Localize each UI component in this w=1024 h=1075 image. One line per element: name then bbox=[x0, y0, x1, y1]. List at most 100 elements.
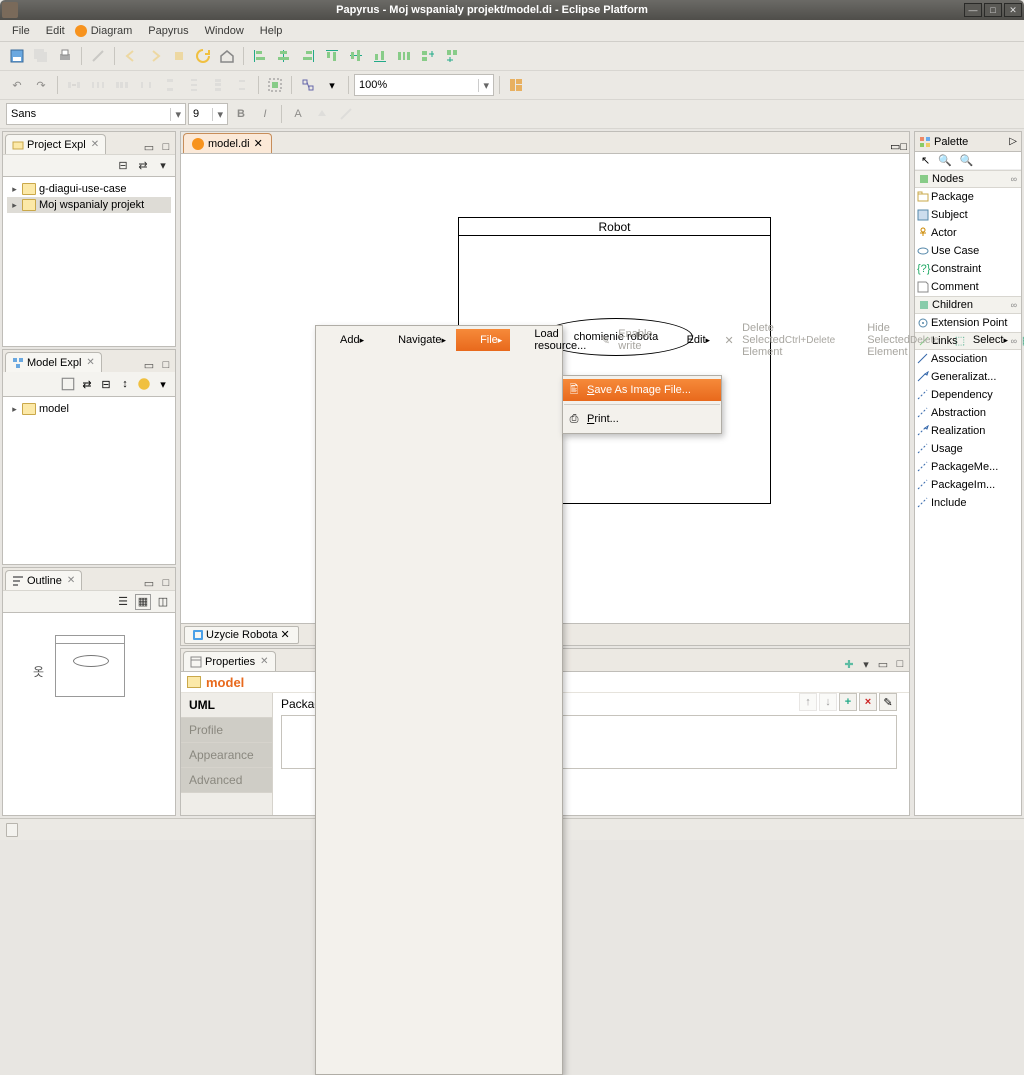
palette-pkgimport[interactable]: PackageIm... bbox=[915, 476, 1021, 494]
refresh-icon[interactable] bbox=[192, 45, 214, 67]
menu-window[interactable]: Window bbox=[197, 22, 252, 40]
tab-close-icon[interactable]: ✕ bbox=[67, 575, 75, 586]
align-bottom-icon[interactable] bbox=[369, 45, 391, 67]
remove-icon[interactable]: × bbox=[859, 693, 877, 711]
palette-constraint[interactable]: {?}Constraint bbox=[915, 260, 1021, 278]
collapse-icon[interactable]: ⊟ bbox=[98, 376, 114, 392]
project-item[interactable]: ▸ g-diagui-use-case bbox=[7, 181, 171, 197]
status-icon[interactable] bbox=[6, 823, 18, 837]
collapse-all-icon[interactable]: ⊟ bbox=[115, 158, 131, 174]
align-center-icon[interactable] bbox=[273, 45, 295, 67]
outline-tab[interactable]: Outline ✕ bbox=[5, 570, 82, 590]
menu-diagram[interactable]: Diagram bbox=[73, 22, 141, 40]
tab-close-icon[interactable]: ✕ bbox=[281, 628, 290, 641]
minimize-button[interactable]: — bbox=[964, 3, 982, 17]
ctx-select[interactable]: ⬚Select▸ bbox=[949, 329, 1016, 351]
palette-pkgmerge[interactable]: PackageMe... bbox=[915, 458, 1021, 476]
model-explorer-tab[interactable]: Model Expl ✕ bbox=[5, 352, 102, 372]
ctx-arrange-all[interactable]: ▦Arrange All bbox=[1016, 329, 1024, 351]
maximize-view-icon[interactable]: □ bbox=[893, 657, 907, 671]
minimize-view-icon[interactable]: ▭ bbox=[876, 657, 890, 671]
close-button[interactable]: ✕ bbox=[1004, 3, 1022, 17]
ctx-file[interactable]: File▸ bbox=[456, 329, 510, 351]
add-icon[interactable]: + bbox=[839, 693, 857, 711]
editor-tab-model[interactable]: model.di ✕ bbox=[183, 133, 272, 153]
menu-file[interactable]: File bbox=[4, 22, 38, 40]
select-tool-icon[interactable]: ↖ bbox=[918, 154, 933, 167]
new-child-icon[interactable] bbox=[60, 376, 76, 392]
maximize-editor-icon[interactable]: □ bbox=[900, 141, 907, 153]
same-width-icon[interactable] bbox=[417, 45, 439, 67]
menu-edit[interactable]: Edit bbox=[38, 22, 73, 40]
save-icon[interactable] bbox=[6, 45, 28, 67]
model-tree-item[interactable]: ▸ model bbox=[7, 401, 171, 417]
dist-v1-icon[interactable] bbox=[159, 74, 181, 96]
filter-icon[interactable] bbox=[136, 376, 152, 392]
ctx-load-resource[interactable]: Load resource... bbox=[510, 329, 594, 351]
italic-icon[interactable]: I bbox=[254, 103, 276, 125]
view-menu-icon[interactable]: ▾ bbox=[155, 376, 171, 392]
palette-comment[interactable]: Comment bbox=[915, 278, 1021, 296]
bold-icon[interactable]: B bbox=[230, 103, 252, 125]
tab-close-icon[interactable]: ✕ bbox=[254, 137, 263, 150]
outline-overview[interactable]: 옷 bbox=[3, 612, 175, 815]
ptab-uml[interactable]: UML bbox=[181, 693, 272, 718]
minimize-view-icon[interactable]: ▭ bbox=[142, 358, 156, 372]
perspective-icon[interactable] bbox=[505, 74, 527, 96]
props-new-icon[interactable]: ✚ bbox=[842, 657, 856, 671]
sort-icon[interactable]: ↕ bbox=[117, 376, 133, 392]
palette-association[interactable]: Association bbox=[915, 350, 1021, 368]
link-icon[interactable]: ⇄ bbox=[79, 376, 95, 392]
align-left-icon[interactable] bbox=[249, 45, 271, 67]
print-icon[interactable] bbox=[54, 45, 76, 67]
menu-papyrus[interactable]: Papyrus bbox=[140, 22, 196, 40]
maximize-button[interactable]: □ bbox=[984, 3, 1002, 17]
chevron-right-icon[interactable]: ▷ bbox=[1009, 136, 1017, 147]
maximize-view-icon[interactable]: □ bbox=[159, 140, 173, 154]
dist-h3-icon[interactable] bbox=[111, 74, 133, 96]
view-menu-icon[interactable]: ▾ bbox=[859, 657, 873, 671]
ctx-add[interactable]: Add▸ bbox=[316, 329, 372, 351]
line-color-icon[interactable] bbox=[335, 103, 357, 125]
palette-realization[interactable]: Realization bbox=[915, 422, 1021, 440]
ptab-advanced[interactable]: Advanced bbox=[181, 768, 272, 793]
align-top-icon[interactable] bbox=[321, 45, 343, 67]
maximize-view-icon[interactable]: □ bbox=[159, 576, 173, 590]
palette-header[interactable]: Palette ▷ bbox=[915, 132, 1021, 152]
zoom-out-icon[interactable]: 🔍 bbox=[957, 154, 977, 167]
outline-tree-icon[interactable]: ☰ bbox=[115, 594, 131, 610]
tab-close-icon[interactable]: ✕ bbox=[86, 357, 94, 368]
dist-v2-icon[interactable] bbox=[183, 74, 205, 96]
distribute-h-icon[interactable] bbox=[393, 45, 415, 67]
menu-help[interactable]: Help bbox=[252, 22, 291, 40]
ctx-save-image[interactable]: 🖺Save As Image File... bbox=[563, 379, 721, 401]
ctx-print[interactable]: ⎙Print... bbox=[563, 408, 721, 430]
font-color-icon[interactable]: A bbox=[287, 103, 309, 125]
zoom-in-icon[interactable]: 🔍 bbox=[935, 154, 955, 167]
maximize-view-icon[interactable]: □ bbox=[159, 358, 173, 372]
dist-v3-icon[interactable] bbox=[207, 74, 229, 96]
project-item-selected[interactable]: ▸ Moj wspanialy projekt bbox=[7, 197, 171, 213]
edit-icon[interactable]: ✎ bbox=[879, 693, 897, 711]
tab-close-icon[interactable]: ✕ bbox=[91, 139, 99, 150]
palette-group-nodes[interactable]: Nodes∞ bbox=[915, 170, 1021, 188]
minimize-view-icon[interactable]: ▭ bbox=[142, 140, 156, 154]
ctx-navigate[interactable]: Navigate▸ bbox=[374, 329, 454, 351]
diagram-editor[interactable]: Robot chomienie robota Add▸ Navigate▸ Fi… bbox=[180, 153, 910, 624]
dist-h2-icon[interactable] bbox=[87, 74, 109, 96]
select-icon[interactable]: ▾ bbox=[321, 74, 343, 96]
font-size-combo[interactable]: 9 ▾ bbox=[188, 103, 228, 125]
dist-h-icon[interactable] bbox=[63, 74, 85, 96]
ptab-appearance[interactable]: Appearance bbox=[181, 743, 272, 768]
same-height-icon[interactable] bbox=[441, 45, 463, 67]
properties-tab[interactable]: Properties ✕ bbox=[183, 651, 276, 671]
router-icon[interactable] bbox=[297, 74, 319, 96]
palette-dependency[interactable]: Dependency bbox=[915, 386, 1021, 404]
palette-usage[interactable]: Usage bbox=[915, 440, 1021, 458]
fill-color-icon[interactable] bbox=[311, 103, 333, 125]
dist-h4-icon[interactable] bbox=[135, 74, 157, 96]
palette-usecase[interactable]: Use Case bbox=[915, 242, 1021, 260]
view-menu-icon[interactable]: ▾ bbox=[155, 158, 171, 174]
align-middle-icon[interactable] bbox=[345, 45, 367, 67]
palette-group-children[interactable]: Children∞ bbox=[915, 296, 1021, 314]
